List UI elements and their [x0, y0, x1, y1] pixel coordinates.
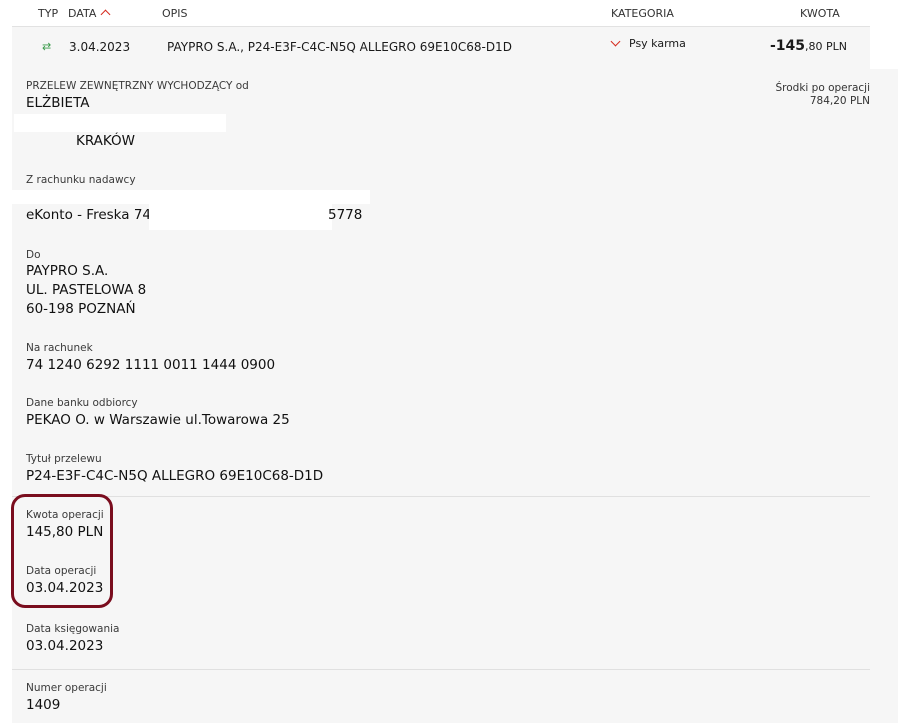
redacted-block	[14, 114, 226, 132]
transaction-row[interactable]: ⇄ 3.04.2023 PAYPRO S.A., P24-E3F-C4C-N5Q…	[12, 26, 870, 70]
account-label: Na rachunek	[26, 342, 93, 354]
sender-city: KRAKÓW	[76, 133, 136, 149]
recipient-street: UL. PASTELOWA 8	[26, 282, 147, 298]
amount-decimal: ,80 PLN	[805, 40, 848, 53]
transaction-description: PAYPRO S.A., P24-E3F-C4C-N5Q ALLEGRO 69E…	[167, 40, 512, 54]
divider	[12, 669, 870, 670]
balance-label: Środki po operacji	[775, 82, 870, 94]
transaction-date: 3.04.2023	[69, 40, 131, 54]
highlight-frame	[11, 494, 113, 608]
column-date-label: DATA	[68, 7, 97, 20]
transfer-type: PRZELEW ZEWNĘTRZNY WYCHODZĄCY od	[26, 80, 249, 92]
bank-label: Dane banku odbiorcy	[26, 397, 138, 409]
booking-date-label: Data księgowania	[26, 623, 120, 635]
booking-date: 03.04.2023	[26, 638, 104, 654]
transaction-details: PRZELEW ZEWNĘTRZNY WYCHODZĄCY od ELŻBIET…	[12, 69, 898, 723]
column-amount[interactable]: KWOTA	[800, 7, 840, 20]
transfer-icon: ⇄	[42, 40, 52, 53]
transfer-title-label: Tytuł przelewu	[26, 453, 102, 465]
sender-name: ELŻBIETA	[26, 95, 90, 111]
to-label: Do	[26, 249, 41, 261]
table-header: TYP DATA OPIS KATEGORIA KWOTA	[0, 0, 898, 26]
from-account-label: Z rachunku nadawcy	[26, 174, 136, 186]
recipient-name: PAYPRO S.A.	[26, 263, 109, 279]
column-date[interactable]: DATA	[68, 7, 111, 20]
bank-name: PEKAO O. w Warszawie ul.Towarowa 25	[26, 412, 290, 428]
operation-number-label: Numer operacji	[26, 682, 107, 694]
chevron-down-icon	[610, 36, 621, 47]
transaction-amount: -145,80 PLN	[770, 38, 847, 54]
column-type[interactable]: TYP	[38, 7, 58, 20]
arrow-up-icon	[100, 9, 111, 20]
category-selector[interactable]: Psy karma	[610, 36, 686, 50]
balance-after: Środki po operacji 784,20 PLN	[775, 82, 870, 108]
balance-value: 784,20 PLN	[809, 95, 870, 107]
transfer-title: P24-E3F-C4C-N5Q ALLEGRO 69E10C68-D1D	[26, 468, 324, 484]
redacted-block	[12, 190, 370, 204]
redacted-block	[149, 204, 332, 230]
from-account-suffix: 5778	[328, 207, 363, 223]
column-category[interactable]: KATEGORIA	[611, 7, 674, 20]
column-description[interactable]: OPIS	[162, 7, 188, 20]
operation-number: 1409	[26, 697, 61, 713]
category-label: Psy karma	[629, 37, 686, 50]
divider	[12, 496, 870, 497]
recipient-city: 60-198 POZNAŃ	[26, 301, 136, 317]
from-account-prefix: eKonto - Freska 74	[26, 207, 152, 223]
account-number: 74 1240 6292 1111 0011 1444 0900	[26, 357, 276, 373]
amount-integer: -145	[770, 38, 806, 54]
